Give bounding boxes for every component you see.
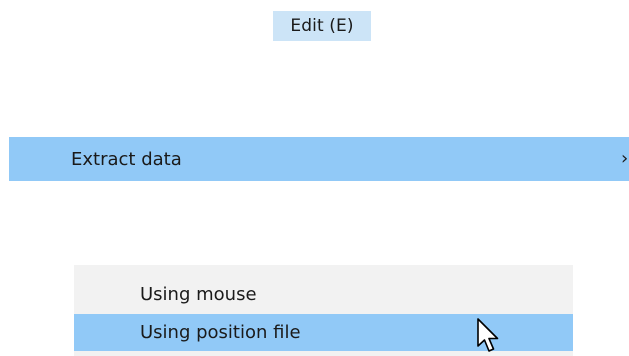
menu-edit-label: Edit (E) — [290, 16, 354, 36]
menu-item-extract-data-label: Extract data — [71, 148, 182, 170]
menu-edit[interactable]: Edit (E) — [273, 11, 371, 41]
submenu-item-label: Using mouse — [140, 283, 257, 305]
chevron-right-icon: › — [621, 150, 629, 168]
submenu-item-label: Using position file — [140, 322, 301, 343]
arrow-cursor-icon — [477, 318, 499, 352]
menu-item-extract-data[interactable]: Extract data › — [9, 137, 629, 181]
submenu-item-using-mouse[interactable]: Using mouse — [74, 275, 573, 313]
screen: Edit (E) Extract data › Using mouse Usin… — [0, 0, 629, 356]
